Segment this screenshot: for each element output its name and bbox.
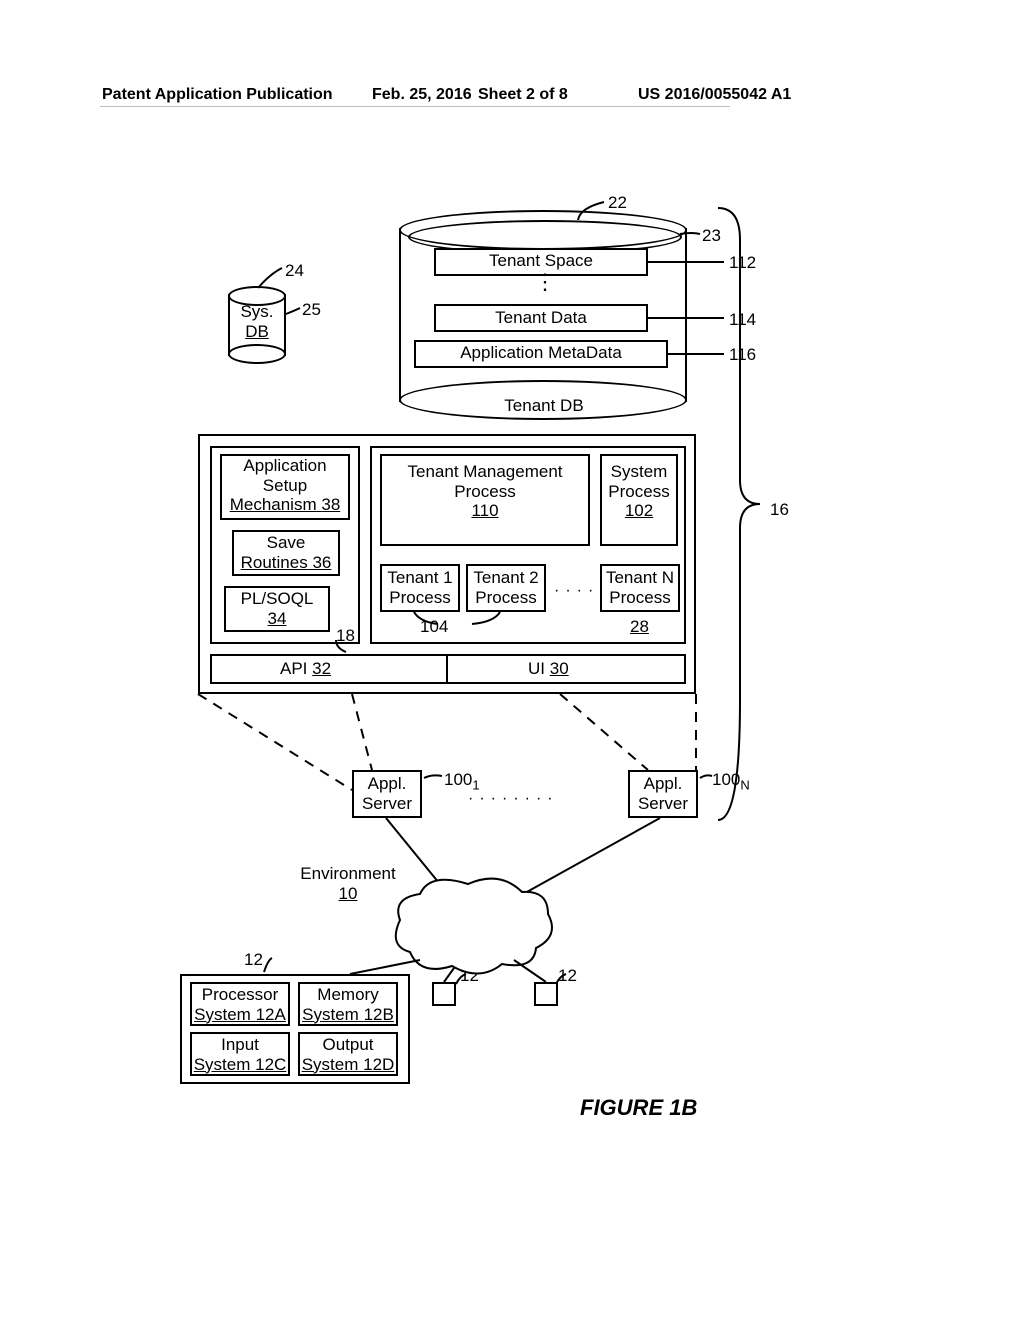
api-ui-divider <box>446 654 448 684</box>
system-process-label: System Process 102 <box>600 462 678 521</box>
tenantn-process-label: Tenant NProcess <box>600 568 680 607</box>
callout-25: 25 <box>302 300 321 320</box>
callout-23: 23 <box>702 226 721 246</box>
ellipsis-dots-icon: ···· <box>554 582 599 600</box>
environment-label: Environment10 <box>288 864 408 903</box>
tenant-mgmt-label: Tenant Management Process 110 <box>380 462 590 521</box>
callout-112: 112 <box>729 253 756 273</box>
figure-label: FIGURE 1B <box>580 1095 697 1121</box>
header-left: Patent Application Publication <box>102 86 333 104</box>
callout-104: 104 <box>420 617 448 637</box>
client-small-1 <box>432 982 456 1006</box>
callout-114: 114 <box>729 310 756 330</box>
header-sheet: Sheet 2 of 8 <box>478 86 568 104</box>
server-ellipsis-icon: ········ <box>468 790 559 808</box>
output-label: OutputSystem 12D <box>298 1035 398 1074</box>
appl-server-1-label: Appl.Server <box>352 774 422 813</box>
app-setup-label: Application Setup Mechanism 38 <box>220 456 350 515</box>
tenant-data-label: Tenant Data <box>434 308 648 328</box>
appl-server-n-label: Appl.Server <box>628 774 698 813</box>
input-label: InputSystem 12C <box>190 1035 290 1074</box>
tenant-space-label: Tenant Space <box>434 251 648 271</box>
callout-22: 22 <box>608 193 627 213</box>
tenant-db-label: Tenant DB <box>400 396 688 416</box>
sys-db-label: Sys. DB <box>228 302 286 341</box>
save-routines-label: Save Routines 36 <box>232 533 340 572</box>
tenant1-process-label: Tenant 1Process <box>380 568 460 607</box>
callout-12b: 12 <box>558 966 577 986</box>
memory-label: MemorySystem 12B <box>298 985 398 1024</box>
api-label: API 32 <box>280 659 331 679</box>
callout-16: 16 <box>770 500 789 520</box>
vertical-dots-icon: ⋮ <box>534 278 556 286</box>
callout-18: 18 <box>336 626 355 646</box>
callout-100-n: 100N <box>712 770 750 793</box>
processor-label: ProcessorSystem 12A <box>190 985 290 1024</box>
header-rule <box>100 106 730 107</box>
tenant2-process-label: Tenant 2Process <box>466 568 546 607</box>
app-metadata-label: Application MetaData <box>414 343 668 363</box>
callout-28: 28 <box>630 617 649 637</box>
callout-100-1: 1001 <box>444 770 480 793</box>
ui-label: UI 30 <box>528 659 569 679</box>
client-small-2 <box>534 982 558 1006</box>
callout-12a: 12 <box>460 966 479 986</box>
header-date: Feb. 25, 2016 <box>372 86 472 104</box>
callout-24: 24 <box>285 261 304 281</box>
page: Patent Application Publication Feb. 25, … <box>0 0 1024 1320</box>
header-pubno: US 2016/0055042 A1 <box>638 86 791 104</box>
callout-12: 12 <box>244 950 263 970</box>
network-label: Network14 <box>410 908 530 947</box>
callout-116: 116 <box>729 345 756 365</box>
plsoql-label: PL/SOQL 34 <box>224 589 330 628</box>
